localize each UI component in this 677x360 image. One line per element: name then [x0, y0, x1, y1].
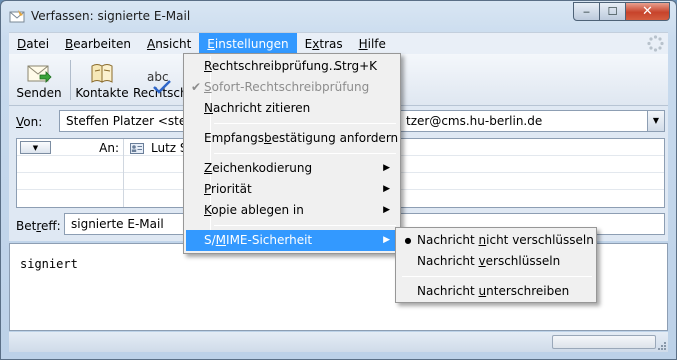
- spellcheck-shortcut: Strg+K: [334, 59, 377, 73]
- menu-datei[interactable]: Datei: [9, 33, 57, 55]
- menu-einstellungen[interactable]: Einstellungen: [199, 32, 297, 55]
- menu-item-priority[interactable]: Priorität ▶: [186, 179, 398, 200]
- checkmark-icon: ✔: [190, 80, 202, 94]
- status-progress-bar: [552, 335, 656, 349]
- menu-item-character-encoding[interactable]: Zeichenkodierung ▶: [186, 158, 398, 179]
- resize-grip-icon[interactable]: [657, 341, 667, 351]
- close-button[interactable]: ✕: [626, 2, 670, 21]
- activity-throbber-icon: [647, 35, 664, 52]
- menu-item-encrypt-label: Nachricht verschlüsseln: [417, 254, 561, 268]
- menu-hilfe[interactable]: Hilfe: [351, 33, 394, 55]
- menu-item-sign-label: Nachricht unterschreiben: [417, 284, 570, 298]
- address-book-icon: [75, 58, 129, 84]
- menu-separator: [214, 153, 396, 154]
- recipient-type-dropdown[interactable]: ▼: [20, 141, 51, 154]
- maximize-button[interactable]: ☐: [600, 2, 626, 21]
- menu-item-save-copy-label: Kopie ablegen in: [204, 203, 304, 217]
- chevron-down-icon: ▼: [652, 116, 660, 125]
- menu-item-smime-security[interactable]: S/MIME-Sicherheit ▶: [186, 230, 398, 251]
- contact-card-icon: [130, 142, 144, 154]
- menu-item-spellcheck-label: Rechtschreibprüfung...: [204, 59, 341, 73]
- radio-selected-icon: ●: [404, 236, 412, 245]
- menu-item-return-receipt-label: Empfangsbestätigung anfordern: [204, 131, 399, 145]
- menu-item-priority-label: Priorität: [204, 182, 252, 196]
- menu-item-spellcheck[interactable]: Rechtschreibprüfung... Strg+K: [186, 56, 398, 77]
- menu-item-quote-message-label: Nachricht zitieren: [204, 101, 311, 115]
- recipient-type-cell: [17, 190, 124, 207]
- menu-item-inline-spellcheck-label: Sofort-Rechtschreibprüfung: [204, 80, 370, 94]
- close-icon: ✕: [642, 4, 653, 19]
- from-value-end: tzer@cms.hu-berlin.de: [406, 114, 543, 128]
- compose-app-icon: [9, 9, 25, 23]
- menu-item-encrypt[interactable]: Nachricht verschlüsseln: [398, 251, 594, 272]
- recipient-type-label: An:: [99, 141, 119, 155]
- menu-item-smime-security-label: S/MIME-Sicherheit: [204, 233, 313, 247]
- message-body-text: signiert: [20, 257, 78, 271]
- minimize-icon: ‒: [583, 5, 590, 18]
- menu-item-no-encryption[interactable]: ● Nachricht nicht verschlüsseln: [398, 230, 594, 251]
- menu-item-no-encryption-label: Nachricht nicht verschlüsseln: [417, 233, 594, 247]
- submenu-arrow-icon: ▶: [383, 235, 390, 245]
- menu-separator: [214, 123, 396, 124]
- menu-item-character-encoding-label: Zeichenkodierung: [204, 161, 313, 175]
- from-label: Von:: [16, 115, 43, 129]
- menu-ansicht[interactable]: Ansicht: [139, 33, 199, 55]
- contacts-button[interactable]: Kontakte: [75, 58, 129, 104]
- window-title: Verfassen: signierte E-Mail: [31, 9, 191, 23]
- menu-separator: [214, 225, 396, 226]
- recipient-type-cell: [17, 156, 124, 173]
- menu-extras[interactable]: Extras: [297, 33, 351, 55]
- toolbar-separator: [70, 60, 71, 100]
- smime-submenu: ● Nachricht nicht verschlüsseln Nachrich…: [395, 227, 597, 303]
- submenu-arrow-icon: ▶: [383, 163, 390, 173]
- menu-bar: Datei Bearbeiten Ansicht Einstellungen E…: [9, 32, 668, 55]
- recipient-address[interactable]: Lutz S: [130, 141, 188, 155]
- submenu-arrow-icon: ▶: [383, 184, 390, 194]
- from-dropdown-button[interactable]: ▼: [647, 111, 664, 131]
- submenu-arrow-icon: ▶: [383, 205, 390, 215]
- menu-item-inline-spellcheck[interactable]: ✔ Sofort-Rechtschreibprüfung: [186, 77, 398, 98]
- send-mail-icon: [15, 58, 63, 84]
- maximize-icon: ☐: [607, 5, 618, 18]
- menu-bearbeiten[interactable]: Bearbeiten: [57, 33, 139, 55]
- menu-item-save-copy[interactable]: Kopie ablegen in ▶: [186, 200, 398, 221]
- recipient-type-cell: [17, 173, 124, 190]
- send-button[interactable]: Senden: [15, 58, 63, 104]
- recipient-type-select[interactable]: ▼ An:: [17, 139, 124, 156]
- menu-item-return-receipt[interactable]: Empfangsbestätigung anfordern: [186, 128, 398, 149]
- status-bar: [9, 332, 668, 352]
- menu-separator: [402, 276, 592, 277]
- menu-item-sign[interactable]: Nachricht unterschreiben: [398, 281, 594, 302]
- chevron-down-icon: ▼: [32, 143, 39, 152]
- subject-label: Betreff:: [16, 219, 61, 233]
- settings-menu: Rechtschreibprüfung... Strg+K ✔ Sofort-R…: [183, 53, 401, 254]
- menu-item-quote-message[interactable]: Nachricht zitieren: [186, 98, 398, 119]
- title-bar[interactable]: Verfassen: signierte E-Mail ‒ ☐ ✕: [1, 1, 676, 31]
- minimize-button[interactable]: ‒: [573, 2, 600, 21]
